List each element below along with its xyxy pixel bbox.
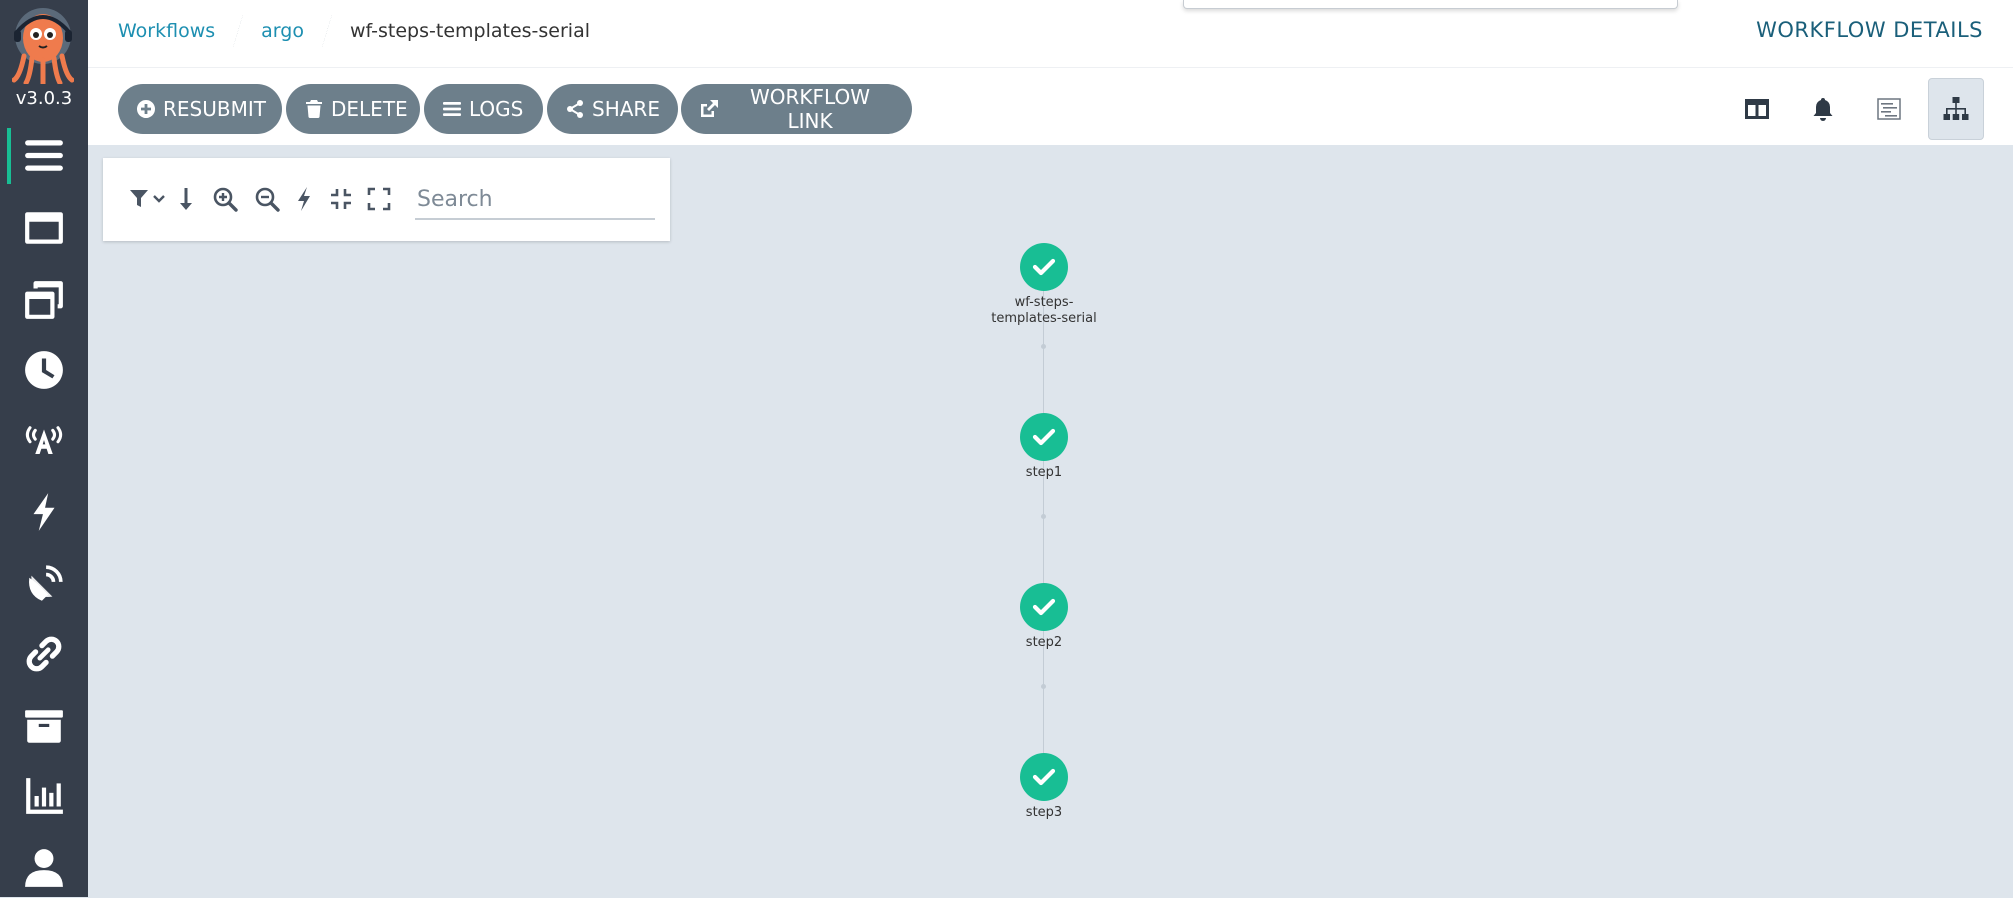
- list-icon: [25, 140, 63, 171]
- compress-icon: [331, 189, 351, 209]
- delete-button[interactable]: DELETE: [286, 84, 420, 134]
- argo-octopus-icon: [11, 8, 75, 87]
- dropdown-panel-edge: [1183, 0, 1678, 9]
- zoom-out-icon: [255, 187, 280, 212]
- workflow-node-root[interactable]: [1020, 243, 1068, 291]
- columns-icon: [1745, 99, 1769, 119]
- bell-icon: [1813, 98, 1833, 121]
- satellite-dish-icon: [29, 565, 63, 601]
- resubmit-label: RESUBMIT: [163, 97, 266, 121]
- workflow-link-button[interactable]: WORKFLOW LINK: [681, 84, 912, 134]
- breadcrumb-separator: [230, 14, 246, 48]
- collapse-button[interactable]: [327, 184, 355, 214]
- node-label-line: wf-steps-: [1014, 295, 1074, 310]
- top-bar: Workflows argo wf-steps-templates-serial…: [88, 0, 2013, 68]
- nav-cron-workflows[interactable]: [0, 340, 88, 400]
- breadcrumb-separator: [319, 14, 335, 48]
- breadcrumb: Workflows argo wf-steps-templates-serial: [118, 0, 590, 62]
- resubmit-button[interactable]: RESUBMIT: [118, 84, 282, 134]
- share-icon: [567, 100, 583, 118]
- graph-search-input[interactable]: [415, 180, 655, 220]
- nav-archived-workflows[interactable]: [0, 696, 88, 756]
- user-icon: [25, 849, 63, 887]
- timeline-view-button[interactable]: [1862, 82, 1916, 136]
- zoom-in-icon: [213, 187, 238, 212]
- page-title: WORKFLOW DETAILS: [1756, 18, 1983, 42]
- filter-dropdown[interactable]: [127, 184, 167, 214]
- breadcrumb-namespace[interactable]: argo: [261, 20, 304, 42]
- graph-options-panel: [103, 158, 670, 241]
- check-icon: [1032, 258, 1056, 276]
- zoom-out-button[interactable]: [253, 184, 281, 214]
- sidebar: v3.0.3: [0, 0, 88, 897]
- node-label-root: wf-steps- templates-serial: [964, 295, 1124, 327]
- sitemap-icon: [1943, 97, 1969, 120]
- nav-event-flow[interactable]: [0, 554, 88, 614]
- nav-sensors[interactable]: [0, 482, 88, 542]
- archive-icon: [25, 710, 63, 743]
- share-button[interactable]: SHARE: [547, 84, 678, 134]
- nav-cluster-workflow-templates[interactable]: [0, 270, 88, 330]
- action-toolbar: RESUBMIT DELETE LOGS SHARE WORKFLOW LINK: [88, 68, 2013, 145]
- node-label-line: templates-serial: [991, 311, 1097, 326]
- lines-icon: [443, 102, 461, 116]
- fast-render-toggle[interactable]: [293, 184, 315, 214]
- workflow-node-step3[interactable]: [1020, 753, 1068, 801]
- check-icon: [1032, 598, 1056, 616]
- nav-reports[interactable]: [0, 766, 88, 826]
- logs-button[interactable]: LOGS: [424, 84, 543, 134]
- share-label: SHARE: [592, 97, 660, 121]
- delete-label: DELETE: [331, 97, 408, 121]
- events-button[interactable]: [1796, 82, 1850, 136]
- link-icon: [26, 636, 62, 672]
- external-link-icon: [701, 100, 718, 117]
- check-icon: [1032, 428, 1056, 446]
- stacked-windows-icon: [25, 281, 63, 319]
- version-label: v3.0.3: [15, 88, 73, 109]
- plus-circle-icon: [136, 100, 155, 118]
- graph-view-button[interactable]: [1928, 78, 1984, 140]
- logs-label: LOGS: [469, 97, 524, 121]
- trash-icon: [306, 100, 322, 119]
- node-label-step2: step2: [1025, 635, 1063, 650]
- workflow-link-label: WORKFLOW LINK: [750, 85, 870, 133]
- timeline-icon: [1877, 98, 1901, 120]
- nav-event-sources[interactable]: [0, 410, 88, 470]
- graph-edge-dot: [1041, 344, 1046, 349]
- nav-user-info[interactable]: [0, 838, 88, 898]
- zoom-in-button[interactable]: [211, 184, 239, 214]
- node-label-step1: step1: [1025, 465, 1063, 480]
- argo-logo[interactable]: [11, 6, 75, 87]
- nav-workflows[interactable]: [0, 126, 88, 186]
- graph-edge-dot: [1041, 514, 1046, 519]
- expand-icon: [367, 187, 391, 211]
- expand-button[interactable]: [365, 184, 393, 214]
- split-view-button[interactable]: [1730, 82, 1784, 136]
- direction-toggle[interactable]: [175, 184, 197, 214]
- check-icon: [1032, 768, 1056, 786]
- breadcrumb-workflows[interactable]: Workflows: [118, 20, 215, 42]
- graph-edge-dot: [1041, 684, 1046, 689]
- node-label-step3: step3: [1025, 805, 1063, 820]
- broadcast-tower-icon: [25, 426, 63, 454]
- workflow-node-step1[interactable]: [1020, 413, 1068, 461]
- breadcrumb-workflow-name: wf-steps-templates-serial: [349, 20, 590, 42]
- workflow-node-step2[interactable]: [1020, 583, 1068, 631]
- nav-workflow-templates[interactable]: [0, 198, 88, 258]
- filter-icon: [130, 190, 165, 207]
- arrow-down-icon: [180, 188, 192, 210]
- clock-icon: [25, 351, 63, 389]
- nav-api-docs[interactable]: [0, 624, 88, 684]
- bolt-icon: [298, 187, 310, 211]
- bolt-icon: [33, 493, 55, 531]
- bar-chart-icon: [26, 778, 63, 814]
- window-icon: [25, 212, 63, 244]
